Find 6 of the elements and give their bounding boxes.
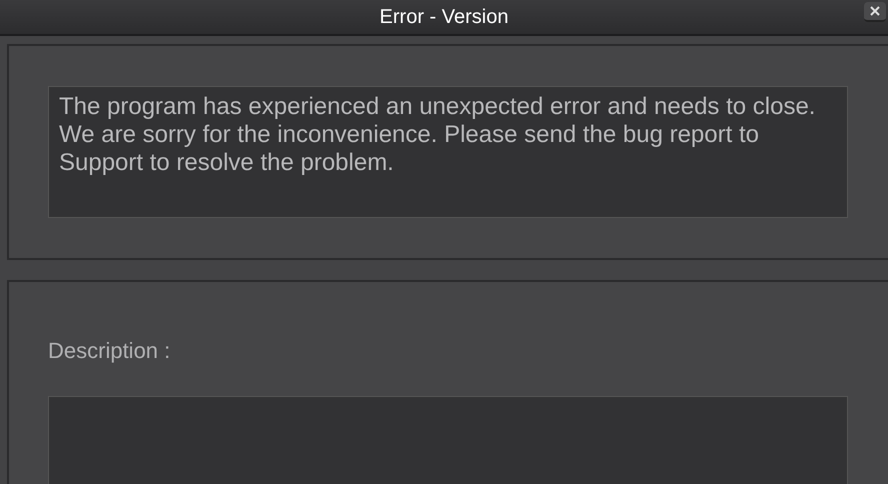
error-message: The program has experienced an unexpected error and needs to close. We are sorry for the inconvenience. Please send the bug report to Support to resolve the problem.: [48, 86, 848, 218]
close-button[interactable]: [864, 2, 886, 22]
close-icon: [870, 6, 880, 16]
description-field[interactable]: [48, 396, 848, 484]
window-title: Error - Version: [380, 5, 508, 30]
description-label: Description :: [48, 338, 172, 364]
